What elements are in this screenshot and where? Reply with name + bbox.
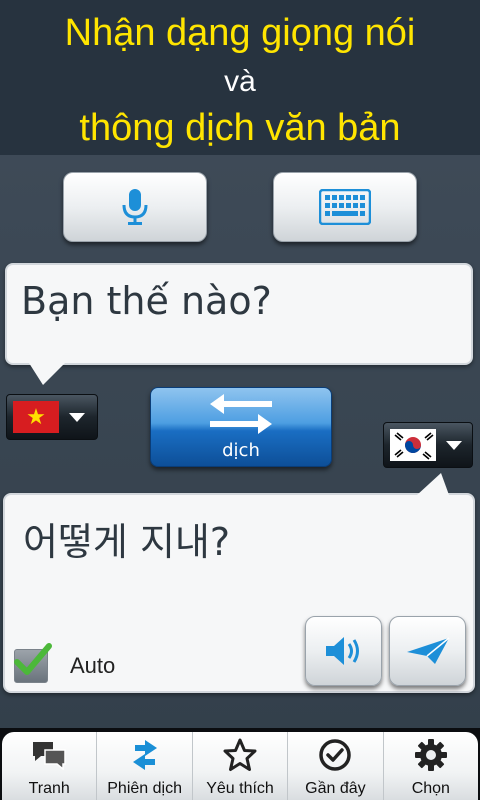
nav-label: Chọn (411, 780, 450, 797)
header-title-line3: thông dịch văn bản (79, 107, 401, 149)
target-language-selector[interactable] (383, 422, 473, 468)
vietnam-flag-icon: ★ (13, 401, 59, 433)
auto-label: Auto (70, 653, 116, 678)
nav-label: Tranh (28, 780, 70, 797)
speaker-icon (325, 637, 359, 665)
nav-item-chon[interactable]: Chọn (384, 732, 478, 800)
dropdown-caret-icon (446, 440, 462, 450)
app-header: Nhận dạng giọng nói và thông dịch văn bả… (0, 0, 480, 155)
south-korea-flag-icon (390, 429, 436, 461)
nav-label: Yêu thích (206, 780, 274, 797)
source-text: Bạn thế nào? (21, 279, 272, 323)
microphone-icon (122, 189, 148, 225)
translate-button[interactable]: dịch (150, 387, 332, 467)
header-title-line2: và (224, 65, 256, 98)
swap-arrows-icon (132, 740, 157, 770)
star-icon (223, 738, 257, 771)
nav-item-tranh[interactable]: Tranh (2, 732, 98, 800)
auto-checkbox-row[interactable]: Auto (14, 643, 116, 683)
bottom-nav: Tranh Phiên dịch Yêu thích Gần đây Chọn (0, 728, 480, 800)
voice-input-button[interactable] (63, 172, 207, 242)
bubble-tail (417, 473, 449, 495)
auto-checkbox[interactable] (14, 643, 52, 683)
paper-plane-icon (406, 637, 449, 664)
source-text-bubble[interactable]: Bạn thế nào? (5, 263, 473, 385)
source-language-selector[interactable]: ★ (6, 394, 98, 440)
nav-label: Gần đây (305, 780, 366, 797)
header-title-line1: Nhận dạng giọng nói (64, 12, 416, 54)
translate-button-label: dịch (222, 440, 260, 461)
keyboard-icon (319, 189, 371, 225)
nav-item-gan-day[interactable]: Gần đây (288, 732, 384, 800)
check-circle-icon (319, 739, 352, 771)
nav-label: Phiên dịch (107, 780, 182, 797)
swap-arrows-icon (210, 394, 272, 434)
speak-button[interactable] (305, 616, 382, 686)
keyboard-input-button[interactable] (273, 172, 417, 242)
send-button[interactable] (389, 616, 466, 686)
checkmark-icon (14, 643, 52, 675)
translator-panel: Bạn thế nào? ★ dịch 어떻게 지내? Auto (0, 155, 480, 728)
nav-item-yeu-thich[interactable]: Yêu thích (193, 732, 289, 800)
nav-item-phien-dich[interactable]: Phiên dịch (97, 732, 193, 800)
translated-text: 어떻게 지내? (23, 520, 231, 564)
dropdown-caret-icon (69, 412, 85, 422)
bubble-tail (29, 363, 65, 385)
gear-icon (414, 739, 447, 771)
chat-bubbles-icon (33, 742, 66, 770)
